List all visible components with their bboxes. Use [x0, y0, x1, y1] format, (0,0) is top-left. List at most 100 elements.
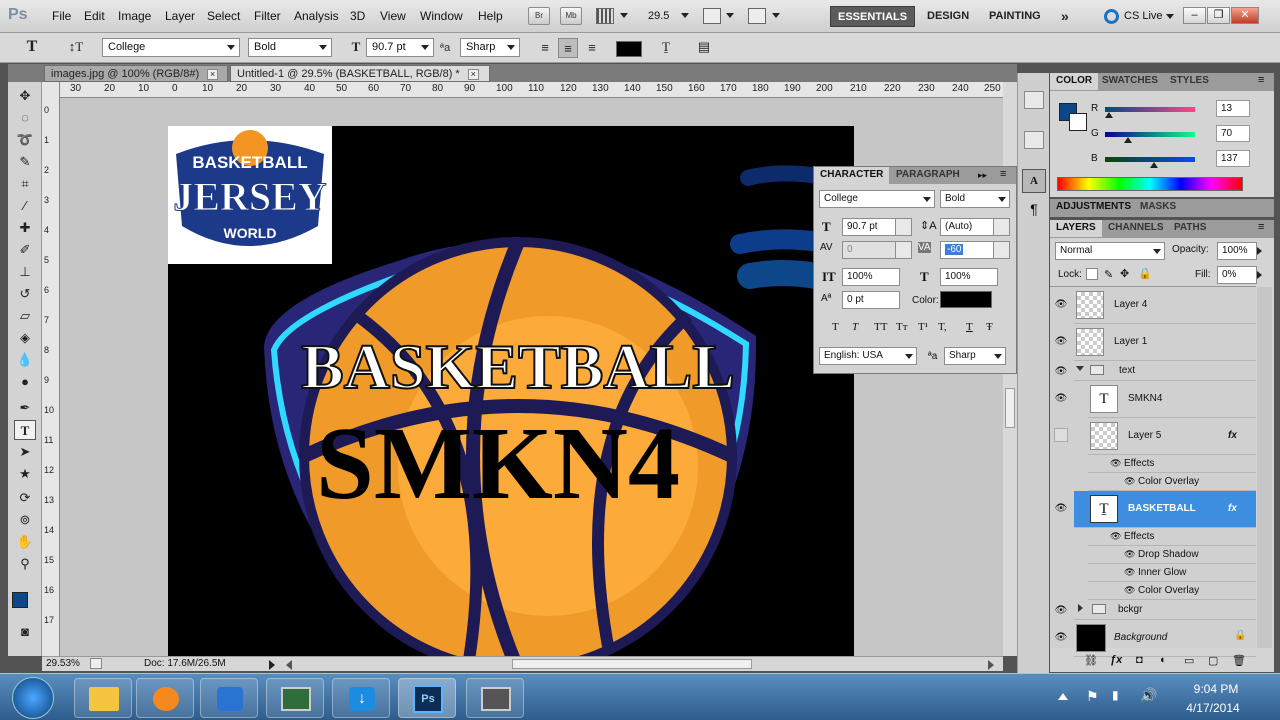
taskbar-media-player[interactable]	[136, 678, 194, 718]
eye-icon[interactable]: 👁	[1054, 393, 1068, 404]
font-family-select[interactable]: College	[102, 38, 240, 57]
marquee-tool-icon[interactable]: ◌	[14, 108, 36, 128]
menu-help[interactable]: Help	[478, 9, 503, 23]
opacity-slider-icon[interactable]	[1257, 247, 1262, 255]
bridge-button[interactable]: Br	[528, 7, 550, 25]
effects-row[interactable]: 👁 Effects	[1088, 528, 1256, 546]
expand-arrow-icon[interactable]	[1078, 604, 1083, 612]
menu-select[interactable]: Select	[207, 9, 240, 23]
clock-date[interactable]: 4/17/2014	[1166, 701, 1260, 715]
baseline-shift-field[interactable]: 0 pt	[842, 291, 900, 309]
screen-mode-icon[interactable]	[748, 8, 766, 24]
close-button[interactable]: ✕	[1231, 7, 1259, 24]
mini-bridge-button[interactable]: Mb	[560, 7, 582, 25]
eye-icon[interactable]: 👁	[1054, 299, 1068, 310]
eye-icon[interactable]: 👁	[1124, 585, 1135, 596]
network-icon[interactable]: ▮	[1112, 688, 1119, 702]
green-slider[interactable]	[1105, 132, 1195, 137]
tab-paths[interactable]: PATHS	[1168, 220, 1212, 237]
eye-icon[interactable]: 👁	[1054, 632, 1068, 643]
fx-icon[interactable]: fx	[1228, 430, 1237, 441]
visibility-toggle-off[interactable]	[1054, 428, 1068, 442]
strikethrough-button[interactable]: Ŧ	[986, 321, 993, 333]
warp-text-icon[interactable]: Ṯ	[656, 37, 676, 57]
layer-row-bckgr-group[interactable]: 👁 bckgr	[1055, 600, 1256, 620]
eye-icon[interactable]: 👁	[1054, 503, 1068, 514]
green-value[interactable]: 70	[1216, 125, 1250, 142]
clock-time[interactable]: 9:04 PM	[1176, 682, 1256, 696]
character-leading-field[interactable]: (Auto)	[940, 218, 1010, 236]
status-zoom[interactable]: 29.53%	[46, 658, 80, 669]
close-icon[interactable]: ×	[467, 69, 479, 80]
path-selection-tool-icon[interactable]: ➤	[14, 442, 36, 462]
panel-menu-icon[interactable]: ≡	[1258, 221, 1264, 233]
foreground-color-swatch[interactable]	[12, 592, 28, 608]
document-canvas[interactable]: BASKETBALL SMKN4 BASKETBALL JERSEY WORLD	[168, 126, 854, 656]
minimize-button[interactable]: –	[1183, 7, 1206, 24]
status-icon[interactable]	[90, 658, 102, 669]
effect-drop-shadow[interactable]: 👁 Drop Shadow	[1088, 546, 1256, 564]
delete-layer-icon[interactable]: 🗑	[1232, 654, 1246, 667]
red-slider[interactable]	[1105, 107, 1195, 112]
crop-tool-icon[interactable]: ⌗	[14, 174, 36, 194]
type-tool-icon[interactable]: T	[14, 420, 36, 440]
language-select[interactable]: English: USA	[819, 347, 917, 365]
align-center-icon[interactable]: ≡	[558, 38, 578, 58]
layer-row-text-group[interactable]: 👁 text	[1055, 361, 1256, 381]
pen-tool-icon[interactable]: ✒	[14, 398, 36, 418]
menu-window[interactable]: Window	[420, 9, 463, 23]
menu-file[interactable]: File	[52, 9, 71, 23]
effects-row[interactable]: 👁 Effects	[1088, 455, 1256, 473]
character-font-family-select[interactable]: College	[819, 190, 935, 208]
layer-row-layer4[interactable]: 👁 Layer 4	[1055, 287, 1256, 324]
clone-stamp-tool-icon[interactable]: ⊥	[14, 262, 36, 282]
quick-mask-icon[interactable]: ◙	[14, 622, 36, 642]
faux-italic-button[interactable]: T	[852, 321, 858, 333]
dropdown-button[interactable]	[993, 219, 1009, 235]
eye-icon[interactable]: 👁	[1110, 531, 1121, 542]
add-mask-icon[interactable]: ◘	[1136, 654, 1143, 666]
vertical-scale-field[interactable]: 100%	[842, 268, 900, 286]
effect-inner-glow[interactable]: 👁 Inner Glow	[1088, 564, 1256, 582]
tab-adjustments[interactable]: ADJUSTMENTS	[1050, 199, 1137, 216]
scroll-left-icon[interactable]	[286, 660, 292, 670]
dodge-tool-icon[interactable]: ●	[14, 372, 36, 392]
eye-icon[interactable]: 👁	[1054, 336, 1068, 347]
tab-swatches[interactable]: SWATCHES	[1096, 73, 1164, 90]
fill-slider-icon[interactable]	[1257, 271, 1262, 279]
layer-row-basketball[interactable]: 👁 Ṯ BASKETBALL fx	[1055, 491, 1256, 528]
tab-images-jpg[interactable]: images.jpg @ 100% (RGB/8#) ×	[44, 65, 228, 82]
taskbar-video-app[interactable]	[466, 678, 524, 718]
fx-icon[interactable]: fx	[1228, 503, 1237, 514]
new-group-icon[interactable]: ▭	[1184, 654, 1194, 667]
tray-expand-icon[interactable]	[1058, 692, 1068, 700]
quick-selection-tool-icon[interactable]: ✎	[14, 152, 36, 172]
eye-icon[interactable]: 👁	[1054, 605, 1068, 616]
menu-edit[interactable]: Edit	[84, 9, 105, 23]
link-layers-icon[interactable]: ⛓	[1084, 654, 1098, 667]
font-size-select[interactable]: 90.7 pt	[366, 38, 434, 57]
fill-field[interactable]: 0%	[1217, 266, 1257, 284]
status-menu-icon[interactable]	[269, 660, 275, 670]
zoom-tool-icon[interactable]: ⚲	[14, 554, 36, 574]
tab-character[interactable]: CHARACTER	[814, 167, 890, 184]
character-font-style-select[interactable]: Bold	[940, 190, 1010, 208]
start-button[interactable]	[12, 677, 54, 719]
tab-paragraph[interactable]: PARAGRAPH	[890, 167, 966, 184]
tab-layers[interactable]: LAYERS	[1050, 220, 1102, 237]
shape-tool-icon[interactable]: ★	[14, 464, 36, 484]
tab-masks[interactable]: MASKS	[1134, 199, 1182, 216]
menu-view[interactable]: View	[380, 9, 406, 23]
horizontal-scroll-thumb[interactable]	[512, 659, 752, 669]
eye-icon[interactable]: 👁	[1124, 476, 1135, 487]
arrange-documents-icon[interactable]	[703, 8, 721, 24]
3d-rotate-tool-icon[interactable]: ⟳	[14, 488, 36, 508]
underline-button[interactable]: T	[966, 321, 973, 333]
align-left-icon[interactable]: ≡	[535, 38, 555, 58]
superscript-button[interactable]: T¹	[918, 321, 928, 333]
layer-row-smkn4[interactable]: 👁 T SMKN4	[1055, 381, 1256, 418]
taskbar-photoshop[interactable]: Ps	[398, 678, 456, 718]
font-style-select[interactable]: Bold	[248, 38, 332, 57]
tab-untitled-1[interactable]: Untitled-1 @ 29.5% (BASKETBALL, RGB/8) *…	[230, 65, 490, 82]
lasso-tool-icon[interactable]: ➰	[14, 130, 36, 150]
